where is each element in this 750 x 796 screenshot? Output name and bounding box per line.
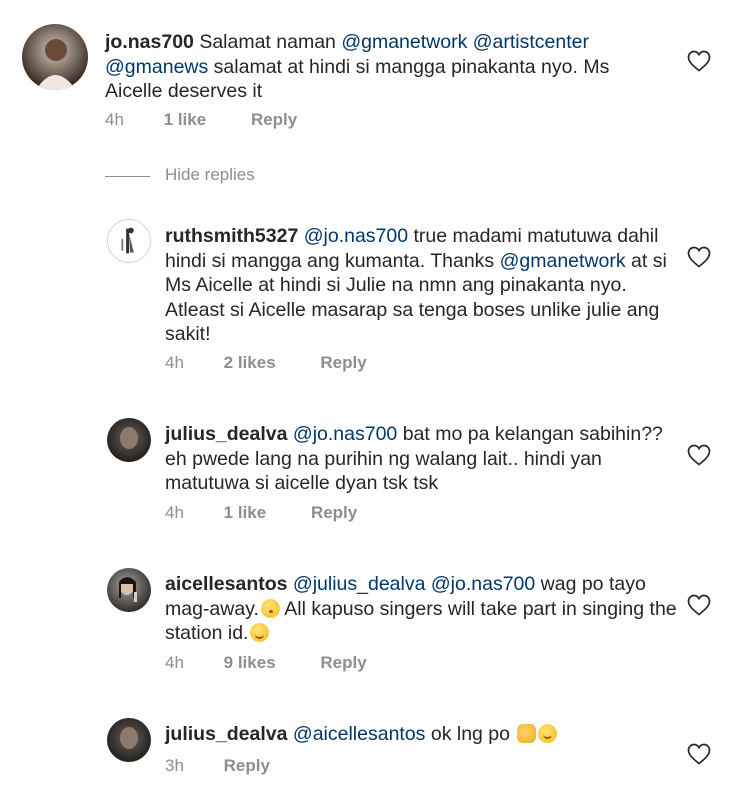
reply-button[interactable]: Reply [251,110,297,130]
like-button[interactable] [687,246,711,268]
comment-time: 4h [165,503,184,522]
avatar[interactable] [107,418,151,462]
comment-meta: 4h 1 like Reply [165,503,357,523]
comment-meta: 4h 2 likes Reply [165,353,367,373]
smiling-face-emoji [538,724,558,743]
mention-link[interactable]: @jo.nas700 [293,423,397,445]
mention-link[interactable]: @julius_dealva @jo.nas700 [293,573,535,595]
like-button[interactable] [687,743,711,765]
reply-button[interactable]: Reply [224,756,270,776]
reply-button[interactable]: Reply [311,503,357,523]
kissing-face-emoji [260,598,280,618]
likes-count[interactable]: 2 likes [224,353,276,373]
comment-meta: 3h Reply [165,756,270,776]
comment-time: 4h [105,110,124,129]
divider [105,176,150,177]
comment-text: aicellesantos @julius_dealva @jo.nas700 … [165,573,677,644]
hide-replies-label: Hide replies [165,165,255,184]
comment-meta: 4h 1 like Reply [105,110,297,130]
reply-button[interactable]: Reply [320,653,366,673]
mention-link[interactable]: @gmanetwork [500,250,626,272]
like-button[interactable] [687,444,711,466]
like-button[interactable] [687,594,711,616]
heart-outline-icon [687,444,711,466]
likes-count[interactable]: 9 likes [224,653,276,673]
reply-button[interactable]: Reply [320,353,366,373]
comment-meta: 4h 9 likes Reply [165,653,367,673]
comment-time: 4h [165,353,184,372]
avatar[interactable] [107,219,151,263]
heart-outline-icon [687,50,711,72]
comment-username[interactable]: julius_dealva [165,723,287,745]
comment-text: julius_dealva @jo.nas700 bat mo pa kelan… [165,423,663,494]
comment-text: ruthsmith5327 @jo.nas700 true madami mat… [165,225,667,345]
comment-text: jo.nas700 Salamat naman @gmanetwork @art… [105,31,610,102]
heart-outline-icon [687,246,711,268]
likes-count[interactable]: 1 like [224,503,267,523]
comment-username[interactable]: aicellesantos [165,573,287,595]
comment-username[interactable]: julius_dealva [165,423,287,445]
avatar[interactable] [107,718,151,762]
victory-hand-emoji [517,724,537,743]
avatar[interactable] [107,568,151,612]
comment-time: 4h [165,653,184,672]
mention-link[interactable]: @aicellesantos [293,723,426,745]
comment-time: 3h [165,756,184,775]
mention-link[interactable]: @jo.nas700 [304,225,408,247]
likes-count[interactable]: 1 like [164,110,207,130]
heart-outline-icon [687,743,711,765]
comment-username[interactable]: jo.nas700 [105,31,194,53]
heart-outline-icon [687,594,711,616]
comment-text: julius_dealva @aicellesantos ok lng po [165,722,680,747]
comment-username[interactable]: ruthsmith5327 [165,225,298,247]
like-button[interactable] [687,50,711,72]
hugging-face-emoji [250,623,270,642]
avatar[interactable] [22,24,88,90]
